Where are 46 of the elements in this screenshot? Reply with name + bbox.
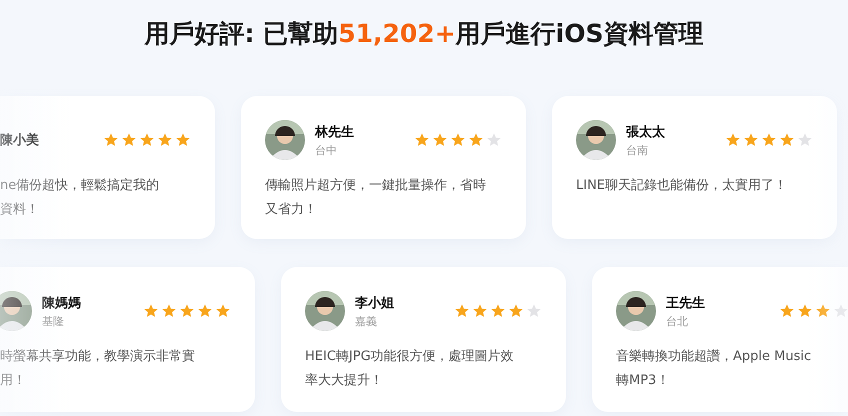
review-text: 音樂轉換功能超讚，Apple Music轉MP3！: [616, 348, 812, 390]
reviewer-name: 陳媽媽: [42, 294, 81, 312]
star-icon: [761, 132, 777, 148]
star-icon: [143, 303, 159, 319]
star-icon: [486, 132, 502, 148]
star-icon: [175, 132, 191, 148]
star-icon: [139, 132, 155, 148]
review-text: LINE聊天記錄也能備份，太實用了！: [576, 177, 788, 195]
review-text: HEIC轉JPG功能很方便，處理圖片效率大大提升！: [305, 348, 515, 390]
star-icon: [472, 303, 488, 319]
star-icon: [454, 303, 470, 319]
reviewer-location: 台北: [666, 314, 689, 328]
section-heading: 用戶好評: 已幫助51,202+用戶進行iOS資料管理: [143, 18, 704, 50]
star-icon: [779, 303, 795, 319]
reviewer-name: 張太太: [626, 124, 665, 140]
star-icon: [161, 303, 177, 319]
review-text: 傳輸照片超方便，一鍵批量操作，省時又省力！: [265, 177, 487, 219]
reviewer-name: 李小姐: [355, 294, 394, 312]
star-icon: [468, 132, 484, 148]
review-text: 時螢幕共享功能，教學演示非常實用！: [0, 348, 196, 390]
star-icon: [797, 132, 813, 148]
reviewer-name: 林先生: [315, 124, 354, 140]
star-icon: [215, 303, 231, 319]
star-icon: [508, 303, 524, 319]
review-text: ne備份超快，輕鬆搞定我的資料！: [0, 177, 160, 219]
star-icon: [157, 132, 173, 148]
reviewer-location: 台中: [315, 142, 338, 158]
star-icon: [526, 303, 542, 319]
star-icon: [815, 303, 831, 319]
reviewer-name: 陳小美: [0, 132, 39, 149]
star-icon: [743, 132, 759, 148]
star-icon: [779, 132, 795, 148]
reviewer-location: 基隆: [42, 314, 65, 328]
star-icon: [179, 303, 195, 319]
star-icon: [432, 132, 448, 148]
reviewer-name: 王先生: [666, 294, 705, 312]
star-icon: [797, 303, 813, 319]
star-icon: [490, 303, 506, 319]
reviewer-location: 嘉義: [355, 314, 378, 328]
star-icon: [103, 132, 119, 148]
star-icon: [197, 303, 213, 319]
star-icon: [414, 132, 430, 148]
star-icon: [725, 132, 741, 148]
reviewer-location: 台南: [626, 142, 649, 158]
star-icon: [121, 132, 137, 148]
star-icon: [450, 132, 466, 148]
